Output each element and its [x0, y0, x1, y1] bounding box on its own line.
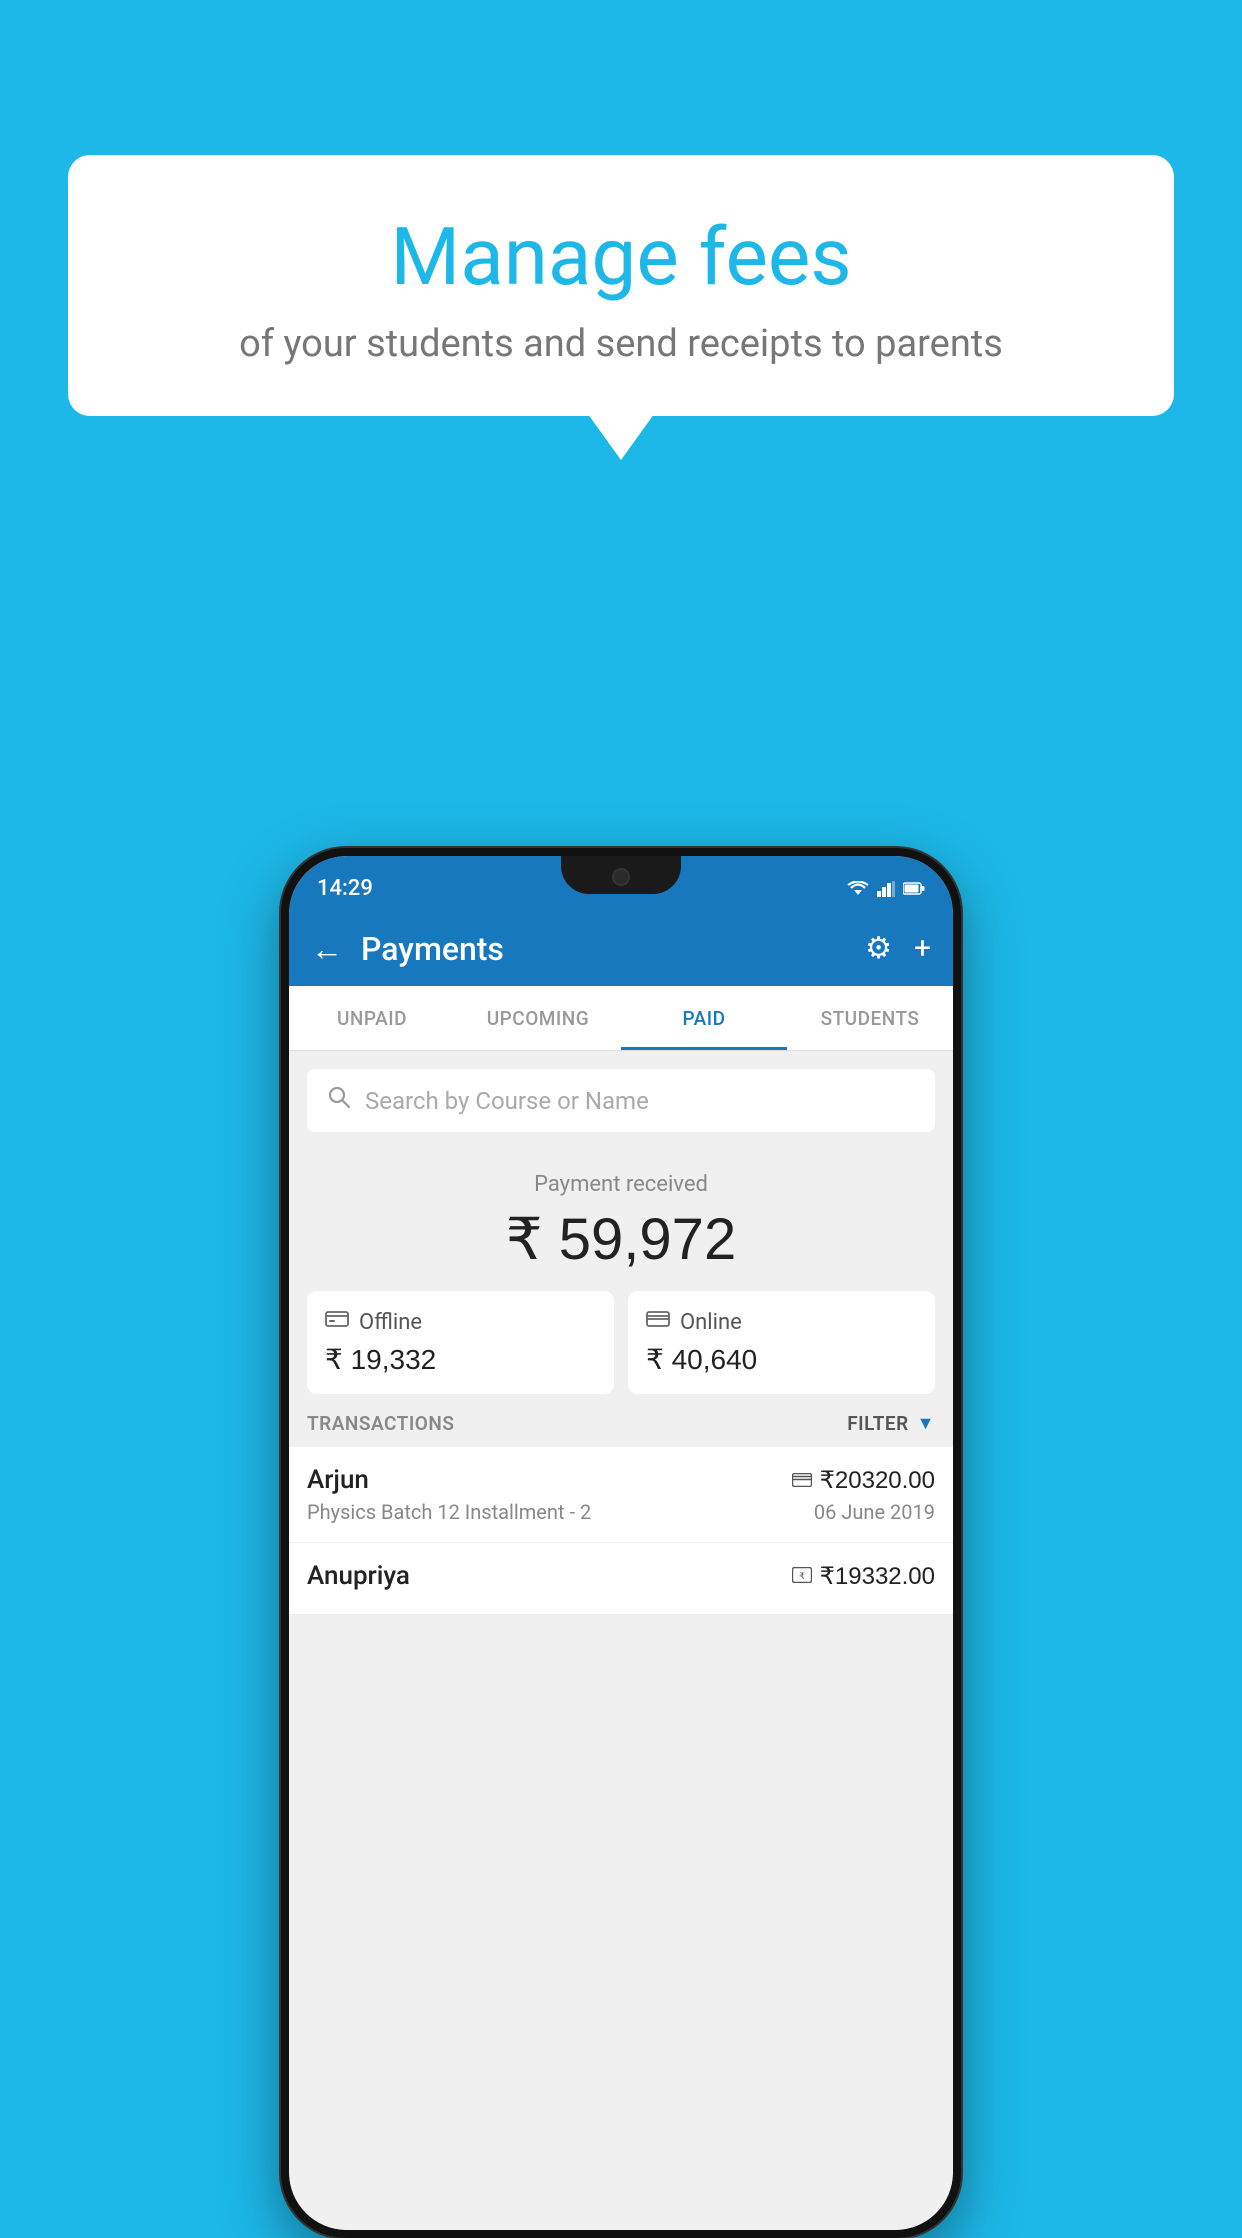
search-icon: [327, 1085, 351, 1116]
svg-text:₹: ₹: [799, 1571, 805, 1581]
offline-amount: ₹ 19,332: [325, 1343, 596, 1376]
offline-label: Offline: [359, 1310, 422, 1335]
wifi-icon: [847, 881, 869, 897]
search-placeholder-text: Search by Course or Name: [365, 1087, 649, 1115]
status-icons: [847, 881, 925, 897]
back-button[interactable]: ←: [311, 933, 343, 965]
payment-cards: Offline ₹ 19,332 Onlin: [307, 1291, 935, 1394]
amount-wrap: ₹20320.00: [792, 1466, 935, 1495]
battery-icon: [903, 882, 925, 895]
bubble-title: Manage fees: [128, 210, 1114, 304]
course-info: Physics Batch 12 Installment - 2: [307, 1500, 591, 1524]
payment-summary: Payment received ₹ 59,972: [289, 1150, 953, 1291]
offline-payment-card: Offline ₹ 19,332: [307, 1291, 614, 1394]
tab-upcoming[interactable]: UPCOMING: [455, 986, 621, 1050]
phone-frame: 14:29: [281, 848, 961, 2238]
notch: [561, 856, 681, 894]
tab-students[interactable]: STUDENTS: [787, 986, 953, 1050]
payment-received-label: Payment received: [289, 1172, 953, 1197]
transactions-label: TRANSACTIONS: [307, 1412, 454, 1435]
payment-total-amount: ₹ 59,972: [289, 1205, 953, 1273]
app-header: ← Payments ⚙ +: [289, 911, 953, 986]
amount-wrap: ₹ ₹19332.00: [792, 1562, 935, 1591]
online-payment-card: Online ₹ 40,640: [628, 1291, 935, 1394]
content-area: Search by Course or Name Payment receive…: [289, 1051, 953, 2230]
tab-paid[interactable]: PAID: [621, 986, 787, 1050]
search-bar[interactable]: Search by Course or Name: [307, 1069, 935, 1132]
transaction-list: Arjun ₹20320.00: [289, 1447, 953, 1615]
student-name: Arjun: [307, 1465, 369, 1495]
online-amount: ₹ 40,640: [646, 1343, 917, 1376]
tab-bar: UNPAID UPCOMING PAID STUDENTS: [289, 986, 953, 1051]
header-title: Payments: [361, 930, 865, 968]
signal-icon: [877, 881, 895, 897]
tab-unpaid[interactable]: UNPAID: [289, 986, 455, 1050]
filter-label: FILTER: [847, 1412, 908, 1435]
transactions-header: TRANSACTIONS FILTER ▼: [289, 1394, 953, 1447]
table-row[interactable]: Anupriya ₹ ₹19332.00: [289, 1543, 953, 1615]
status-time: 14:29: [317, 876, 373, 901]
speech-bubble: Manage fees of your students and send re…: [68, 155, 1174, 416]
camera: [612, 868, 630, 886]
transaction-amount: ₹19332.00: [820, 1562, 935, 1591]
plus-icon[interactable]: +: [914, 931, 931, 966]
transaction-amount: ₹20320.00: [820, 1466, 935, 1495]
header-actions: ⚙ +: [865, 931, 931, 966]
online-icon: [646, 1309, 670, 1335]
filter-button[interactable]: FILTER ▼: [847, 1412, 935, 1435]
phone-screen: 14:29: [289, 856, 953, 2230]
bubble-subtitle: of your students and send receipts to pa…: [128, 322, 1114, 366]
cash-payment-icon: ₹: [792, 1564, 812, 1588]
student-name: Anupriya: [307, 1561, 410, 1591]
table-row[interactable]: Arjun ₹20320.00: [289, 1447, 953, 1543]
transaction-date: 06 June 2019: [814, 1500, 935, 1524]
offline-icon: [325, 1309, 349, 1335]
gear-icon[interactable]: ⚙: [865, 931, 892, 966]
filter-icon: ▼: [917, 1413, 935, 1434]
card-payment-icon: [792, 1468, 812, 1492]
online-label: Online: [680, 1310, 742, 1335]
